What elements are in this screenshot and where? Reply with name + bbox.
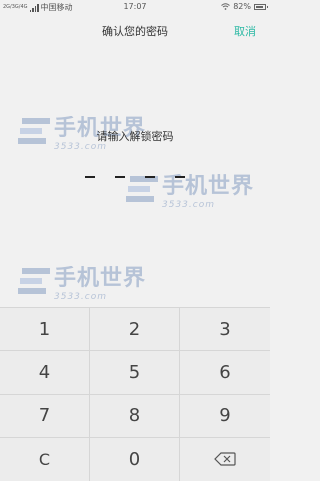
clear-button[interactable]: C bbox=[0, 437, 90, 481]
pin-indicator bbox=[0, 176, 270, 178]
unlock-prompt: 请输入解锁密码 bbox=[96, 130, 174, 143]
page-title: 确认您的密码 bbox=[102, 25, 168, 38]
battery-percent: 82% bbox=[233, 2, 251, 11]
status-bar: 2G/3G/4G 中国移动 17:07 82% bbox=[0, 0, 270, 14]
battery-icon bbox=[254, 3, 268, 10]
key-5[interactable]: 5 bbox=[90, 351, 180, 395]
brand-mark-icon bbox=[126, 176, 158, 202]
watermark-brand: 手机世界 bbox=[162, 174, 255, 199]
pin-slot bbox=[85, 176, 95, 178]
watermark-logo: 手机世界 3533.com bbox=[126, 168, 254, 210]
pin-slot bbox=[145, 176, 155, 178]
key-6[interactable]: 6 bbox=[180, 351, 270, 395]
watermark-logo: 手机世界 3533.com bbox=[18, 260, 146, 302]
status-right: 82% bbox=[221, 2, 268, 11]
key-9[interactable]: 9 bbox=[180, 395, 270, 438]
watermark-domain: 3533.com bbox=[162, 200, 215, 210]
key-1[interactable]: 1 bbox=[0, 308, 90, 352]
cancel-button[interactable]: 取消 bbox=[234, 23, 256, 39]
key-8[interactable]: 8 bbox=[90, 394, 180, 438]
watermark-brand: 手机世界 bbox=[54, 266, 147, 291]
key-0[interactable]: 0 bbox=[90, 437, 180, 481]
key-3[interactable]: 3 bbox=[180, 308, 270, 352]
key-7[interactable]: 7 bbox=[0, 394, 90, 438]
numeric-keypad: 1 2 3 4 5 6 7 8 9 C 0 bbox=[0, 307, 270, 481]
key-2[interactable]: 2 bbox=[90, 308, 180, 352]
pin-slot bbox=[175, 176, 185, 178]
backspace-button[interactable] bbox=[180, 438, 270, 481]
watermark-domain: 3533.com bbox=[54, 292, 107, 302]
key-4[interactable]: 4 bbox=[0, 351, 90, 395]
pin-slot bbox=[115, 176, 125, 178]
wifi-icon bbox=[221, 3, 231, 10]
header: 确认您的密码 取消 bbox=[0, 14, 270, 48]
backspace-icon bbox=[214, 452, 236, 466]
brand-mark-icon bbox=[18, 268, 50, 294]
